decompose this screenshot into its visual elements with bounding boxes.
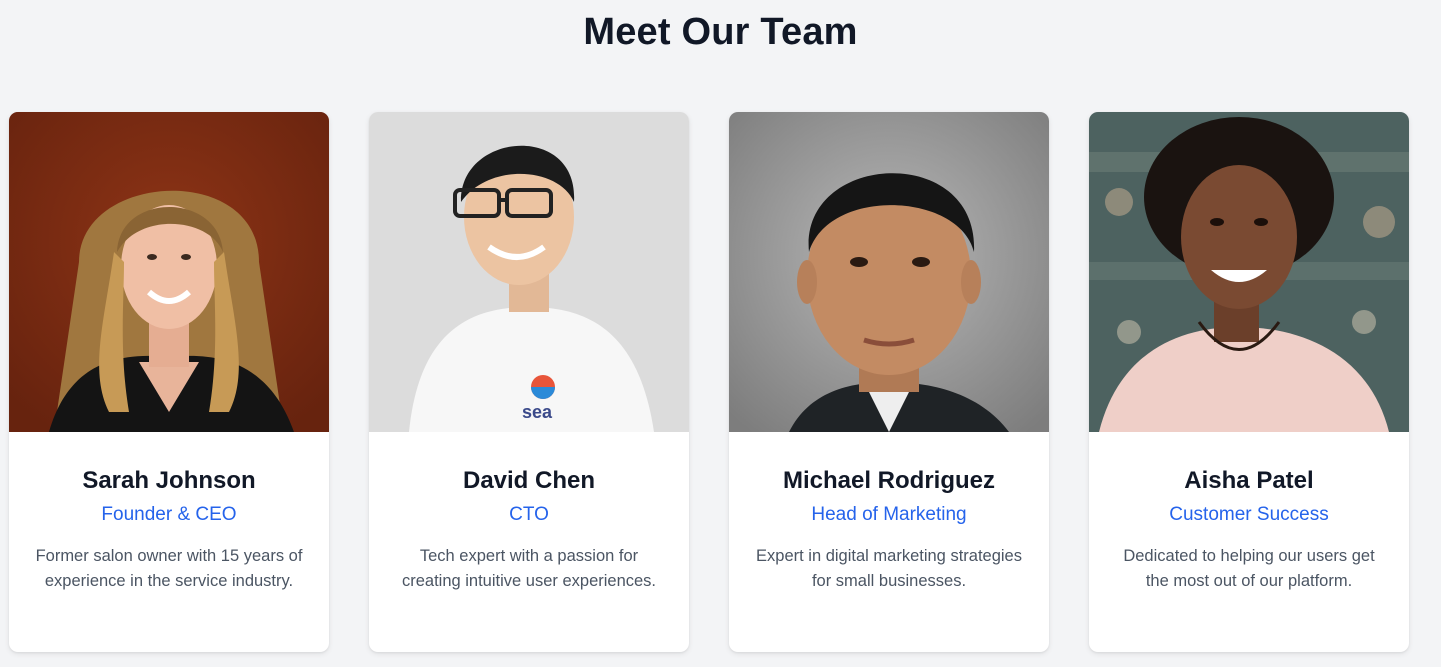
team-card-body: David Chen CTO Tech expert with a passio… — [369, 432, 689, 594]
team-card: sea David Chen CTO Tech expert with a pa… — [369, 112, 689, 652]
member-role: CTO — [509, 504, 549, 525]
portrait-photo-icon — [9, 112, 329, 432]
team-card: Michael Rodriguez Head of Marketing Expe… — [729, 112, 1049, 652]
team-grid: Sarah Johnson Founder & CEO Former salon… — [9, 112, 1409, 652]
member-name: David Chen — [462, 467, 596, 494]
portrait-photo-icon — [1089, 112, 1409, 432]
team-member-photo — [1089, 112, 1409, 432]
member-name: Sarah Johnson — [82, 467, 256, 494]
team-member-photo — [729, 112, 1049, 432]
member-role: Head of Marketing — [811, 504, 967, 525]
team-card: Aisha Patel Customer Success Dedicated t… — [1089, 112, 1409, 652]
team-card: Sarah Johnson Founder & CEO Former salon… — [9, 112, 329, 652]
member-bio: Tech expert with a passion for creating … — [401, 547, 657, 590]
team-member-photo — [9, 112, 329, 432]
member-bio: Former salon owner with 15 years of expe… — [35, 547, 303, 590]
team-member-photo: sea — [369, 112, 689, 432]
section-title: Meet Our Team — [583, 11, 858, 53]
team-card-body: Sarah Johnson Founder & CEO Former salon… — [9, 432, 329, 594]
member-name: Michael Rodriguez — [782, 467, 996, 494]
member-name: Aisha Patel — [1184, 467, 1314, 494]
portrait-photo-icon — [729, 112, 1049, 432]
portrait-photo-icon: sea — [369, 112, 689, 432]
member-role: Founder & CEO — [101, 504, 237, 525]
member-bio: Dedicated to helping our users get the m… — [1123, 547, 1375, 590]
team-card-body: Michael Rodriguez Head of Marketing Expe… — [729, 432, 1049, 594]
member-role: Customer Success — [1169, 504, 1329, 525]
team-card-body: Aisha Patel Customer Success Dedicated t… — [1089, 432, 1409, 594]
member-bio: Expert in digital marketing strategies f… — [756, 547, 1022, 590]
shirt-logo-text: sea — [522, 402, 553, 422]
